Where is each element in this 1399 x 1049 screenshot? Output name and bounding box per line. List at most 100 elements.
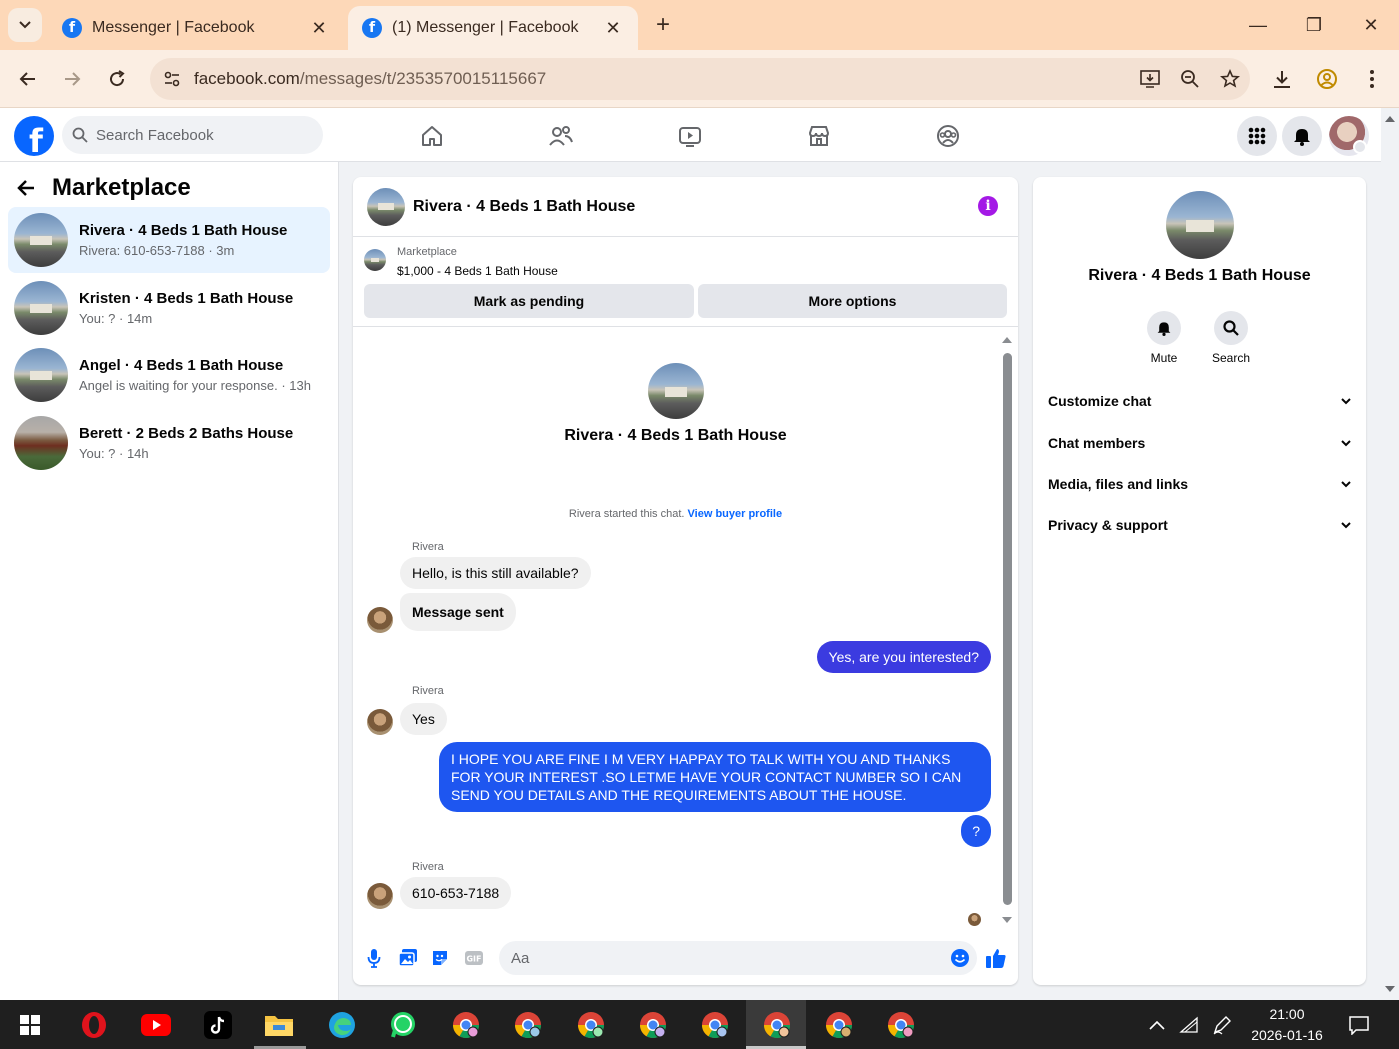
more-options-button[interactable]: More options bbox=[698, 284, 1007, 318]
downloads-button[interactable] bbox=[1267, 64, 1297, 94]
view-buyer-profile-link[interactable]: View buyer profile bbox=[688, 508, 783, 520]
sticker-icon[interactable] bbox=[429, 947, 451, 969]
scroll-down-icon[interactable] bbox=[1381, 982, 1399, 996]
youtube-icon[interactable] bbox=[139, 1008, 173, 1042]
scroll-up-icon[interactable] bbox=[1381, 112, 1399, 126]
message-input[interactable] bbox=[499, 941, 977, 975]
opera-icon[interactable] bbox=[77, 1008, 111, 1042]
chat-avatar[interactable] bbox=[367, 187, 405, 226]
conversation-item[interactable]: Kristen · 4 Beds 1 Bath House You: ? · 1… bbox=[8, 275, 330, 341]
details-avatar[interactable] bbox=[1166, 191, 1234, 259]
account-caret-icon[interactable] bbox=[1353, 140, 1367, 154]
mute-action[interactable]: Mute bbox=[1134, 311, 1194, 365]
tab-search-button[interactable] bbox=[8, 8, 42, 42]
nav-home[interactable] bbox=[412, 116, 452, 156]
chrome-profile-icon[interactable] bbox=[760, 1008, 794, 1042]
bell-icon bbox=[1294, 129, 1310, 146]
message-bubble-incoming[interactable]: Message sent bbox=[400, 593, 516, 631]
back-arrow-icon[interactable] bbox=[16, 178, 44, 198]
new-tab-button[interactable]: + bbox=[648, 12, 678, 40]
system-clock[interactable]: 21:00 2026-01-16 bbox=[1240, 1004, 1334, 1046]
scroll-down-icon[interactable] bbox=[1001, 915, 1013, 925]
search-action[interactable]: Search bbox=[1201, 311, 1261, 365]
scroll-up-icon[interactable] bbox=[1001, 335, 1013, 345]
message-bubble-outgoing[interactable]: ? bbox=[961, 815, 991, 847]
thumbs-up-icon[interactable] bbox=[985, 947, 1007, 969]
search-in-chat-button[interactable] bbox=[1214, 311, 1248, 345]
section-chat-members[interactable]: Chat members bbox=[1048, 428, 1358, 458]
tray-chevron-up-icon[interactable] bbox=[1140, 1008, 1174, 1042]
chat-title[interactable]: Rivera · 4 Beds 1 Bath House bbox=[413, 198, 635, 216]
chrome-profile-icon[interactable] bbox=[822, 1008, 856, 1042]
chat-scroll-thumb[interactable] bbox=[1003, 353, 1012, 905]
close-window-button[interactable]: ✕ bbox=[1351, 10, 1391, 40]
mute-button[interactable] bbox=[1147, 311, 1181, 345]
chrome-profile-icon[interactable] bbox=[884, 1008, 918, 1042]
browser-tabstrip: f Messenger | Facebook ✕ f (1) Messenger… bbox=[0, 0, 1399, 50]
info-icon[interactable]: i bbox=[978, 196, 998, 216]
sender-avatar[interactable] bbox=[367, 883, 393, 909]
chevron-down-icon bbox=[1341, 440, 1351, 447]
back-button[interactable] bbox=[13, 64, 43, 94]
forward-button[interactable] bbox=[57, 64, 87, 94]
close-tab-icon[interactable]: ✕ bbox=[602, 18, 624, 39]
pen-icon[interactable] bbox=[1205, 1008, 1239, 1042]
whatsapp-icon[interactable] bbox=[386, 1008, 420, 1042]
menu-button[interactable] bbox=[1237, 116, 1277, 156]
tiktok-icon[interactable] bbox=[201, 1008, 235, 1042]
page-scrollbar[interactable] bbox=[1381, 108, 1399, 1000]
section-customize-chat[interactable]: Customize chat bbox=[1048, 386, 1358, 416]
windows-start-icon[interactable] bbox=[13, 1008, 47, 1042]
listing-thumbnail[interactable] bbox=[364, 249, 386, 271]
message-bubble-incoming[interactable]: Yes bbox=[400, 703, 447, 735]
conversation-item[interactable]: Angel · 4 Beds 1 Bath House Angel is wai… bbox=[8, 342, 330, 408]
mark-pending-button[interactable]: Mark as pending bbox=[364, 284, 694, 318]
minimize-button[interactable]: — bbox=[1238, 10, 1278, 40]
close-tab-icon[interactable]: ✕ bbox=[308, 18, 330, 39]
site-info-icon[interactable] bbox=[150, 70, 194, 88]
message-bubble-outgoing[interactable]: I HOPE YOU ARE FINE I M VERY HAPPAY TO T… bbox=[439, 742, 991, 812]
install-app-icon[interactable] bbox=[1130, 69, 1170, 89]
sender-avatar[interactable] bbox=[367, 607, 393, 633]
profile-button[interactable] bbox=[1312, 64, 1342, 94]
microphone-icon[interactable] bbox=[363, 947, 385, 969]
conversation-item[interactable]: Rivera · 4 Beds 1 Bath House Rivera: 610… bbox=[8, 207, 330, 273]
chrome-profile-icon[interactable] bbox=[698, 1008, 732, 1042]
listing-price-title[interactable]: $1,000 - 4 Beds 1 Bath House bbox=[397, 264, 558, 278]
chrome-profile-icon[interactable] bbox=[511, 1008, 545, 1042]
message-bubble-incoming[interactable]: 610-653-7188 bbox=[400, 877, 512, 909]
zoom-icon[interactable] bbox=[1170, 69, 1210, 89]
browser-tab-2[interactable]: f (1) Messenger | Facebook ✕ bbox=[348, 6, 638, 50]
sender-avatar[interactable] bbox=[367, 709, 393, 735]
edge-icon[interactable] bbox=[325, 1008, 359, 1042]
nav-groups[interactable] bbox=[928, 116, 968, 156]
nav-video[interactable] bbox=[670, 116, 710, 156]
reload-button[interactable] bbox=[102, 64, 132, 94]
section-media-files-links[interactable]: Media, files and links bbox=[1048, 469, 1358, 499]
nav-friends[interactable] bbox=[541, 116, 581, 156]
facebook-search[interactable] bbox=[62, 116, 323, 154]
browser-menu-button[interactable] bbox=[1357, 64, 1387, 94]
search-icon bbox=[1223, 320, 1239, 336]
browser-tab-1[interactable]: f Messenger | Facebook ✕ bbox=[48, 6, 344, 50]
facebook-search-input[interactable] bbox=[96, 126, 296, 144]
notifications-button[interactable] bbox=[1282, 116, 1322, 156]
chrome-profile-icon[interactable] bbox=[574, 1008, 608, 1042]
photo-icon[interactable] bbox=[397, 947, 419, 969]
message-bubble-outgoing[interactable]: Yes, are you interested? bbox=[816, 641, 991, 673]
conversation-item[interactable]: Berett · 2 Beds 2 Baths House You: ? · 1… bbox=[8, 410, 330, 476]
notification-center-icon[interactable] bbox=[1342, 1008, 1376, 1042]
message-bubble-incoming[interactable]: Hello, is this still available? bbox=[400, 557, 591, 589]
address-bar[interactable]: facebook.com/messages/t/2353570015115667 bbox=[150, 58, 1250, 100]
chrome-profile-icon[interactable] bbox=[636, 1008, 670, 1042]
facebook-logo-icon[interactable]: f bbox=[14, 116, 54, 156]
nav-marketplace[interactable] bbox=[799, 116, 839, 156]
restore-button[interactable]: ❐ bbox=[1294, 10, 1334, 40]
section-privacy-support[interactable]: Privacy & support bbox=[1048, 510, 1358, 540]
bookmark-star-icon[interactable] bbox=[1210, 69, 1250, 89]
file-explorer-icon[interactable] bbox=[262, 1008, 296, 1042]
gif-icon[interactable]: GIF bbox=[463, 947, 485, 969]
chrome-profile-icon[interactable] bbox=[449, 1008, 483, 1042]
wifi-icon[interactable] bbox=[1172, 1008, 1206, 1042]
emoji-icon[interactable] bbox=[949, 947, 971, 969]
